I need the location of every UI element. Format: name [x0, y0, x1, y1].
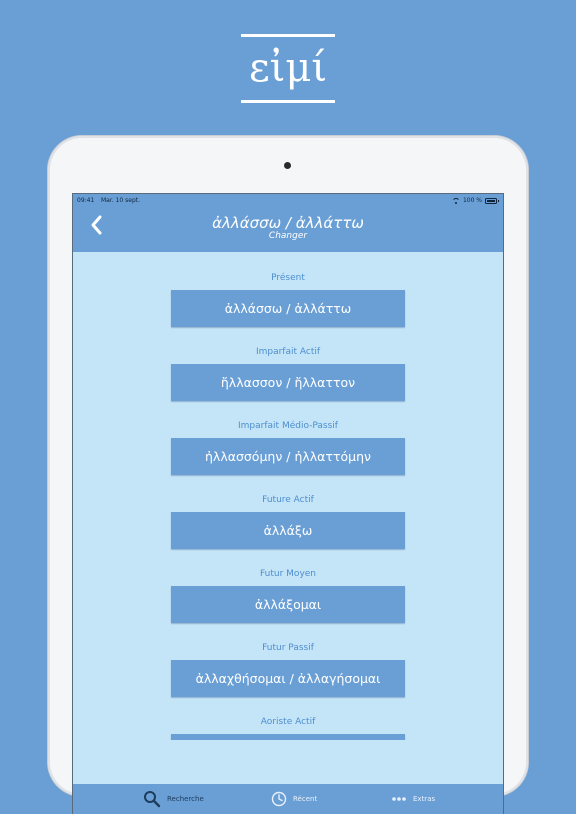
tab-bar: Recherche Récent Extras — [73, 784, 503, 814]
nav-bar: ἀλλάσσω / ἀλλάττω Changer — [73, 207, 503, 252]
app-logo: εἰμί — [241, 34, 335, 104]
form-label: Imparfait Médio-Passif — [238, 421, 338, 431]
form-button[interactable]: ἤλλασσον / ἤλλαττον — [171, 364, 405, 401]
ipad-frame: 09:41 Mar. 10 sept. 100 % ἀλλάσσω / ἀλλά… — [48, 136, 528, 814]
tab-recent[interactable]: Récent — [271, 784, 317, 814]
search-icon — [144, 791, 161, 808]
logo-top-rule — [241, 34, 335, 37]
status-date: Mar. 10 sept. — [101, 197, 141, 204]
tab-label: Récent — [293, 795, 318, 803]
camera-dot — [284, 162, 291, 169]
form-button[interactable] — [171, 734, 405, 740]
chevron-left-icon — [91, 215, 102, 235]
tab-label: Recherche — [167, 795, 204, 803]
status-time: 09:41 — [77, 197, 95, 204]
status-right: 100 % — [451, 194, 499, 207]
wifi-icon — [451, 197, 460, 204]
form-label: Future Actif — [262, 495, 314, 505]
logo-bottom-rule — [241, 100, 335, 103]
tab-extras[interactable]: Extras — [391, 784, 435, 814]
page-subtitle: Changer — [268, 231, 308, 241]
form-button[interactable]: ἀλλάσσω / ἀλλάττω — [171, 290, 405, 327]
form-label: Aoriste Actif — [260, 717, 316, 727]
tab-search[interactable]: Recherche — [143, 784, 204, 814]
battery-icon — [485, 197, 499, 204]
form-label: Futur Passif — [262, 643, 314, 653]
form-label: Futur Moyen — [259, 569, 317, 579]
form-button[interactable]: ἀλλαχθήσομαι / ἀλλαγήσομαι — [171, 660, 405, 697]
tab-label: Extras — [413, 795, 436, 803]
form-label: Imparfait Actif — [255, 347, 321, 357]
form-button[interactable]: ἠλλασσόμην / ἠλλαττόμην — [171, 438, 405, 475]
conjugation-list[interactable]: Présent ἀλλάσσω / ἀλλάττω Imparfait Acti… — [73, 252, 503, 740]
form-button[interactable]: ἀλλάξομαι — [171, 586, 405, 623]
battery-percent: 100 % — [462, 197, 482, 204]
app-screen: 09:41 Mar. 10 sept. 100 % ἀλλάσσω / ἀλλά… — [73, 194, 503, 814]
form-button[interactable]: ἀλλάξω — [171, 512, 405, 549]
page-title: ἀλλάσσω / ἀλλάττω — [212, 214, 364, 232]
back-button[interactable] — [85, 213, 109, 237]
logo-word: εἰμί — [248, 45, 328, 91]
status-bar: 09:41 Mar. 10 sept. 100 % — [73, 194, 503, 207]
form-label: Présent — [271, 273, 305, 283]
more-icon — [392, 797, 406, 801]
clock-icon — [271, 791, 287, 807]
